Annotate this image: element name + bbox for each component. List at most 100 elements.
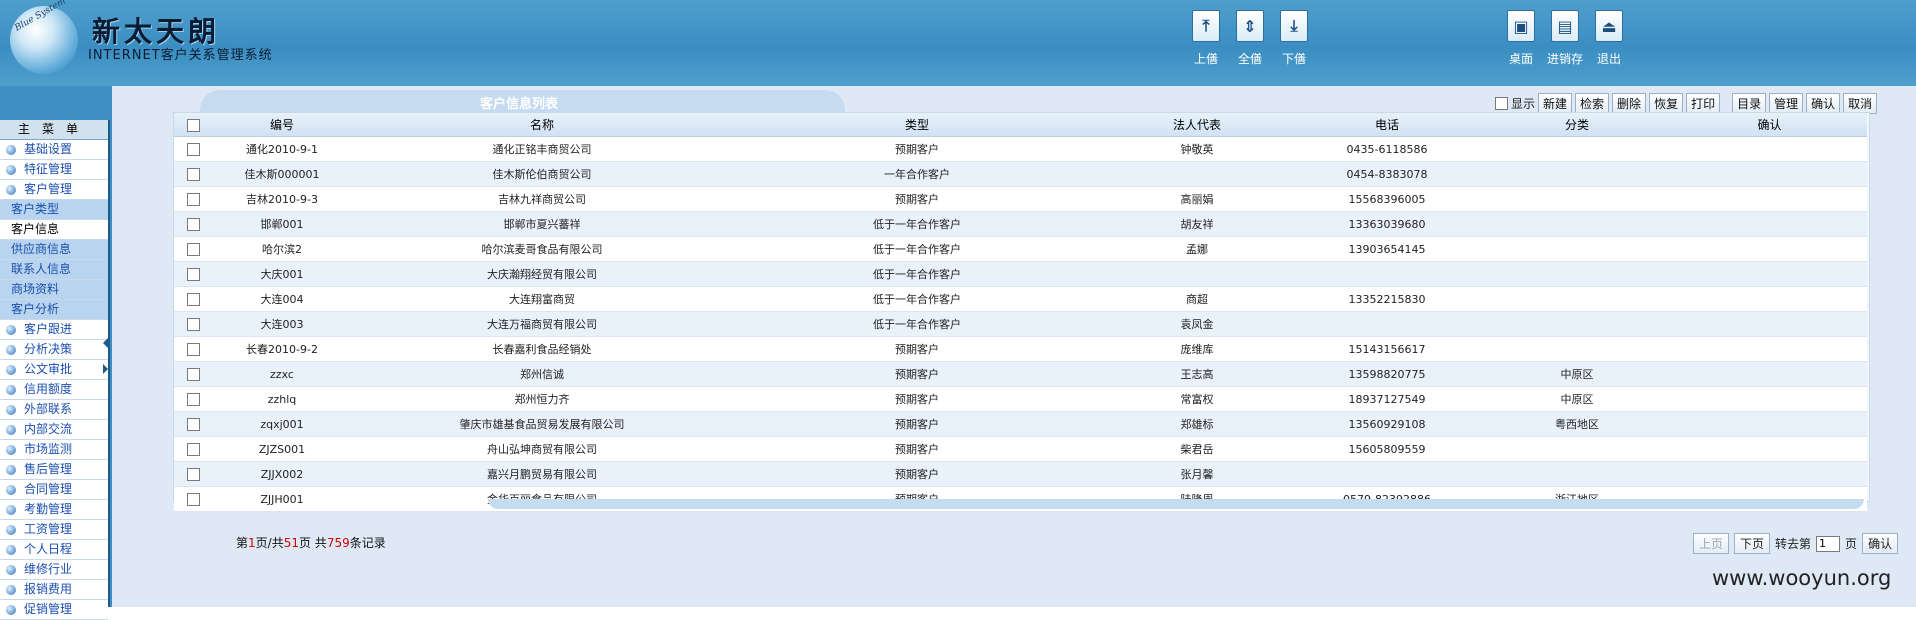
table-row[interactable]: 佳木斯000001 佳木斯伦伯商贸公司 一年合作客户 0454-8383078 — [174, 161, 1867, 187]
directory-button[interactable]: 目录 — [1732, 93, 1767, 114]
column-header-name[interactable]: 名称 — [352, 113, 732, 137]
cell-id: ZJZS001 — [212, 436, 352, 462]
cell-confirm — [1672, 336, 1867, 362]
menu-bullet-icon — [6, 345, 16, 355]
sidebar-item-bottom-10[interactable]: 工资管理 — [0, 520, 108, 540]
table-row[interactable]: zqxj001 肇庆市雄基食品贸易发展有限公司 预期客户 郑雄标 13560929108… — [174, 411, 1867, 437]
sidebar-item-bottom-1[interactable]: 分析决策 — [0, 340, 108, 360]
table-row[interactable]: 吉林2010-9-3 吉林九祥商贸公司 预期客户 高丽娟 15568396005 — [174, 186, 1867, 212]
table-row[interactable]: ZJZS001 舟山弘坤商贸有限公司 预期客户 柴君岳 15605809559 — [174, 436, 1867, 462]
sidebar-item-bottom-14[interactable]: 促销管理 — [0, 600, 108, 620]
desktop-button[interactable]: ▣ 桌面 — [1505, 10, 1537, 67]
table-row[interactable]: 哈尔滨2 哈尔滨麦哥食品有限公司 低于一年合作客户 孟娜 13903654145 — [174, 236, 1867, 262]
row-select-cell — [174, 261, 212, 287]
table-row[interactable]: 通化2010-9-1 通化正铭丰商贸公司 预期客户 钟敬英 0435-6118586 — [174, 136, 1867, 162]
column-header-id[interactable]: 编号 — [212, 113, 352, 137]
sidebar-item-bottom-4[interactable]: 外部联系 — [0, 400, 108, 420]
sidebar-item-bottom-13[interactable]: 报销费用 — [0, 580, 108, 600]
row-checkbox[interactable] — [186, 467, 200, 481]
row-checkbox[interactable] — [186, 242, 200, 256]
restore-button[interactable]: 恢复 — [1649, 93, 1684, 114]
row-checkbox[interactable] — [186, 492, 200, 506]
sidebar-item-bottom-3[interactable]: 信用额度 — [0, 380, 108, 400]
table-row[interactable]: ZJJX002 嘉兴月鹏贸易有限公司 预期客户 张月馨 — [174, 461, 1867, 487]
sidebar-subitem-0[interactable]: 客户类型 — [0, 200, 108, 220]
nav-bottom-group: 客户跟进 分析决策 公文审批 信用额度 外部联系 内部交流 市场监测 售后管理 合同管理 考勤管理… — [0, 320, 108, 620]
sidebar-item-top-0[interactable]: 基础设置 — [0, 140, 108, 160]
sidebar-subitem-2[interactable]: 供应商信息 — [0, 240, 108, 260]
table-row[interactable]: zzhlq 郑州恒力齐 预期客户 常富权 18937127549 中原区 — [174, 386, 1867, 412]
prev-page-button[interactable]: 上页 — [1693, 533, 1730, 554]
row-checkbox[interactable] — [186, 442, 200, 456]
frame-up-button[interactable]: ⤒ 上僐 — [1190, 10, 1222, 67]
print-button[interactable]: 打印 — [1686, 93, 1721, 114]
inventory-button[interactable]: ▤ 进销存 — [1547, 10, 1583, 67]
table-header-row: 编号 名称 类型 法人代表 电话 分类 确认 — [174, 113, 1867, 137]
sidebar-item-bottom-7[interactable]: 售后管理 — [0, 460, 108, 480]
row-checkbox[interactable] — [186, 342, 200, 356]
cell-phone: 13903654145 — [1292, 236, 1482, 262]
row-checkbox[interactable] — [186, 192, 200, 206]
row-checkbox[interactable] — [186, 367, 200, 381]
sidebar-item-bottom-9[interactable]: 考勤管理 — [0, 500, 108, 520]
goto-page-input[interactable] — [1816, 535, 1841, 552]
sidebar-item-bottom-11[interactable]: 个人日程 — [0, 540, 108, 560]
row-checkbox[interactable] — [186, 292, 200, 306]
manage-button[interactable]: 管理 — [1769, 93, 1804, 114]
show-checkbox[interactable] — [1495, 97, 1508, 110]
frame-down-button[interactable]: ⤓ 下僐 — [1278, 10, 1310, 67]
table-row[interactable]: zzxc 郑州信诚 预期客户 王志高 13598820775 中原区 — [174, 361, 1867, 387]
sidebar-subitem-5[interactable]: 客户分析 — [0, 300, 108, 320]
confirm-button[interactable]: 确认 — [1806, 93, 1841, 114]
select-all-checkbox[interactable] — [186, 118, 200, 132]
sidebar-subitem-4[interactable]: 商场资料 — [0, 280, 108, 300]
cell-type: 低于一年合作客户 — [732, 311, 1102, 337]
sidebar-item-top-1[interactable]: 特征管理 — [0, 160, 108, 180]
next-page-button[interactable]: 下页 — [1734, 533, 1771, 554]
cell-phone: 15605809559 — [1292, 436, 1482, 462]
column-header-type[interactable]: 类型 — [732, 113, 1102, 137]
table-row[interactable]: 大连003 大连万福商贸有限公司 低于一年合作客户 袁凤金 — [174, 311, 1867, 337]
column-header-confirm[interactable]: 确认 — [1672, 113, 1867, 137]
table-row[interactable]: 大庆001 大庆瀚翔经贸有限公司 低于一年合作客户 — [174, 261, 1867, 287]
table-row[interactable]: 邯郸001 邯郸市夏兴蕃祥 低于一年合作客户 胡友祥 13363039680 — [174, 211, 1867, 237]
sidebar-item-bottom-0[interactable]: 客户跟进 — [0, 320, 108, 340]
delete-button[interactable]: 删除 — [1612, 93, 1647, 114]
cancel-button[interactable]: 取消 — [1843, 93, 1878, 114]
cell-confirm — [1672, 286, 1867, 312]
cell-legal-rep: 庞维库 — [1102, 336, 1292, 362]
search-button[interactable]: 检索 — [1575, 93, 1610, 114]
sidebar-item-bottom-6[interactable]: 市场监测 — [0, 440, 108, 460]
column-header-category[interactable]: 分类 — [1482, 113, 1672, 137]
table-row[interactable]: 大连004 大连翔富商贸 低于一年合作客户 商超 13352215830 — [174, 286, 1867, 312]
expand-right-icon[interactable] — [103, 364, 108, 374]
row-checkbox[interactable] — [186, 142, 200, 156]
row-checkbox[interactable] — [186, 167, 200, 181]
cell-type: 低于一年合作客户 — [732, 236, 1102, 262]
cell-name: 嘉兴月鹏贸易有限公司 — [352, 461, 732, 487]
sidebar-item-bottom-5[interactable]: 内部交流 — [0, 420, 108, 440]
goto-confirm-button[interactable]: 确认 — [1862, 533, 1899, 554]
collapse-left-icon[interactable] — [103, 338, 108, 348]
exit-button[interactable]: ⏏ 退出 — [1593, 10, 1625, 67]
sidebar-item-bottom-2[interactable]: 公文审批 — [0, 360, 108, 380]
sidebar: 主菜单 基础设置 特征管理 客户管理 客户类型 客户信息 供应商信息 联系人信息 商场资料客… — [0, 120, 110, 620]
sidebar-item-top-2[interactable]: 客户管理 — [0, 180, 108, 200]
cell-legal-rep — [1102, 161, 1292, 187]
row-checkbox[interactable] — [186, 392, 200, 406]
table-row[interactable]: 长春2010-9-2 长春嘉利食品经销处 预期客户 庞维库 15143156617 — [174, 336, 1867, 362]
new-button[interactable]: 新建 — [1538, 93, 1573, 114]
column-header-legal-rep[interactable]: 法人代表 — [1102, 113, 1292, 137]
row-checkbox[interactable] — [186, 267, 200, 281]
sidebar-item-bottom-12[interactable]: 维修行业 — [0, 560, 108, 580]
frame-all-button[interactable]: ⇕ 全僐 — [1234, 10, 1266, 67]
table-bottom-bar — [488, 499, 1864, 509]
sidebar-subitem-1[interactable]: 客户信息 — [0, 220, 108, 240]
sidebar-item-bottom-8[interactable]: 合同管理 — [0, 480, 108, 500]
row-checkbox[interactable] — [186, 317, 200, 331]
row-checkbox[interactable] — [186, 217, 200, 231]
column-header-phone[interactable]: 电话 — [1292, 113, 1482, 137]
sidebar-item-label: 维修行业 — [24, 562, 73, 576]
row-checkbox[interactable] — [186, 417, 200, 431]
sidebar-subitem-3[interactable]: 联系人信息 — [0, 260, 108, 280]
